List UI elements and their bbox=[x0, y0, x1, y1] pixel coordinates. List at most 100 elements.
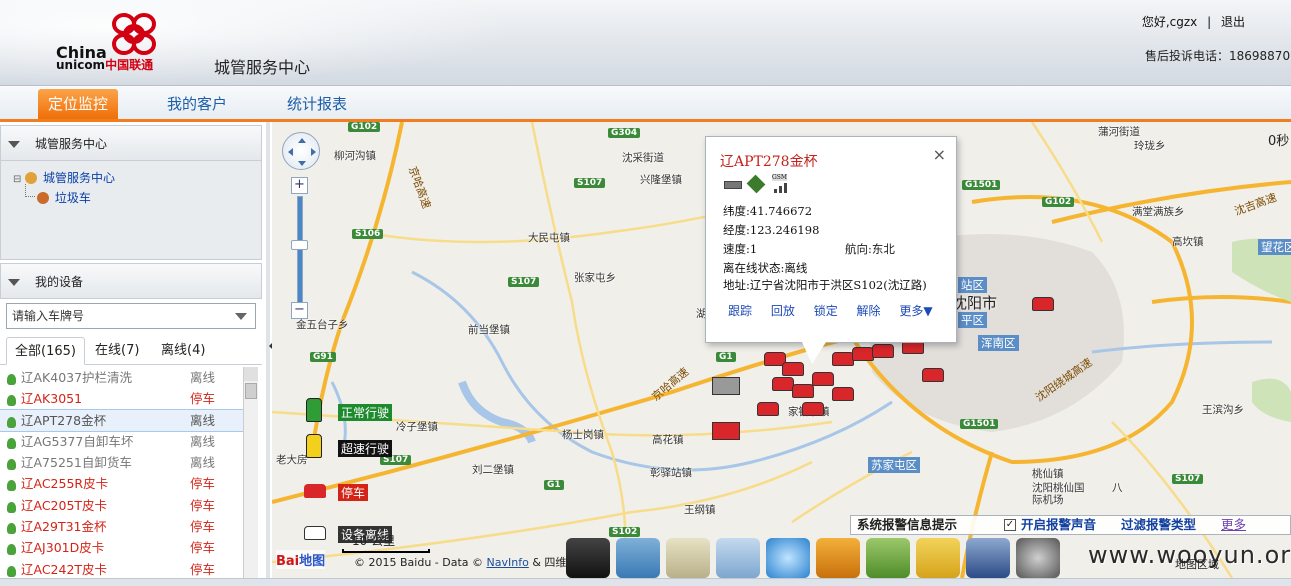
device-status: 停车 bbox=[190, 476, 216, 492]
tab-location-monitor[interactable]: 定位监控 bbox=[38, 89, 118, 119]
device-row[interactable]: 辽AG5377自卸车坏 离线 bbox=[0, 431, 257, 452]
gear-app-icon[interactable] bbox=[1016, 538, 1060, 578]
alarm-more-link[interactable]: 更多 bbox=[1221, 516, 1246, 534]
car-marker-icon[interactable] bbox=[832, 352, 854, 366]
paw-app-icon[interactable] bbox=[616, 538, 660, 578]
car-marker-icon[interactable] bbox=[802, 402, 824, 416]
device-row[interactable]: 辽AK3051 停车 bbox=[0, 388, 257, 409]
tree-root[interactable]: ⊟ 城管服务中心 bbox=[13, 168, 261, 188]
car-marker-icon[interactable] bbox=[852, 347, 874, 361]
car-marker-icon[interactable] bbox=[922, 368, 944, 382]
device-name[interactable]: 辽AC255R皮卡 bbox=[21, 476, 108, 491]
device-row[interactable]: 辽AC255R皮卡 停车 bbox=[0, 473, 257, 494]
plate-search-input[interactable]: 请输入车牌号 bbox=[6, 303, 256, 329]
truck-marker-icon[interactable] bbox=[712, 422, 740, 440]
devices-panel-header[interactable]: 我的设备 bbox=[0, 263, 262, 299]
filter-online[interactable]: 在线(7) bbox=[87, 337, 147, 365]
device-row[interactable]: 辽A29T31金杯 停车 bbox=[0, 516, 257, 537]
device-name[interactable]: 辽AJ301D皮卡 bbox=[21, 540, 104, 555]
device-row[interactable]: 辽AC242T皮卡 停车 bbox=[0, 559, 257, 580]
car-marker-icon[interactable] bbox=[872, 344, 894, 358]
chevron-down-icon[interactable] bbox=[235, 313, 247, 320]
zoom-slider-track[interactable] bbox=[297, 196, 303, 306]
logout-link[interactable]: 退出 bbox=[1221, 15, 1245, 29]
car-marker-icon[interactable] bbox=[1032, 297, 1054, 311]
logo-en-2: unicom bbox=[56, 58, 106, 72]
track-link[interactable]: 跟踪 bbox=[728, 304, 752, 318]
car-marker-icon[interactable] bbox=[782, 362, 804, 376]
playback-link[interactable]: 回放 bbox=[771, 304, 795, 318]
alarm-filter-link[interactable]: 过滤报警类型 bbox=[1121, 516, 1196, 534]
device-name[interactable]: 辽AG5377自卸车坏 bbox=[21, 434, 133, 449]
tab-my-customers[interactable]: 我的客户 bbox=[167, 89, 227, 119]
map-app-icon[interactable] bbox=[666, 538, 710, 578]
device-name[interactable]: 辽AC242T皮卡 bbox=[21, 562, 107, 577]
copyright-tail: & 四维 bbox=[532, 556, 567, 569]
filter-offline[interactable]: 离线(4) bbox=[153, 337, 213, 365]
place-label: 王滨沟乡 bbox=[1202, 404, 1244, 416]
road-shield: S107 bbox=[1172, 474, 1204, 484]
alarm-sound-label[interactable]: 开启报警声音 bbox=[1021, 516, 1096, 534]
filter-all[interactable]: 全部(165) bbox=[6, 337, 85, 365]
device-row[interactable]: 辽AJ301D皮卡 停车 bbox=[0, 537, 257, 558]
place-label: 桃仙镇 bbox=[1032, 468, 1064, 480]
device-row[interactable]: 辽A75251自卸货车 离线 bbox=[0, 452, 257, 473]
scroll-thumb[interactable] bbox=[245, 383, 257, 399]
place-label: 柳河沟镇 bbox=[334, 150, 376, 162]
baidu-logo[interactable]: Bai地图 bbox=[276, 550, 326, 569]
tree-expander-icon[interactable]: ⊟ bbox=[13, 174, 21, 185]
navinfo-link[interactable]: NavInfo bbox=[487, 556, 529, 569]
road-shield: G304 bbox=[608, 128, 641, 138]
device-list-scrollbar[interactable] bbox=[243, 367, 258, 586]
device-name[interactable]: 辽AK3051 bbox=[21, 391, 82, 406]
place-label: 杨士岗镇 bbox=[562, 429, 604, 441]
road-app-icon[interactable] bbox=[566, 538, 610, 578]
tree-root-label[interactable]: 城管服务中心 bbox=[43, 171, 115, 185]
collapse-icon[interactable] bbox=[8, 279, 20, 286]
device-name[interactable]: 辽AK4037护栏清洗 bbox=[21, 370, 132, 385]
app-dock bbox=[566, 536, 1116, 578]
pan-control[interactable] bbox=[282, 132, 320, 170]
device-name[interactable]: 辽A29T31金杯 bbox=[21, 519, 107, 534]
globe-app-icon[interactable] bbox=[766, 538, 810, 578]
truck-marker-icon[interactable] bbox=[712, 377, 740, 395]
pen-app-icon[interactable] bbox=[966, 538, 1010, 578]
close-icon[interactable]: × bbox=[933, 145, 946, 164]
lock-link[interactable]: 锁定 bbox=[814, 304, 838, 318]
device-row[interactable]: 辽AC205T皮卡 停车 bbox=[0, 495, 257, 516]
place-label: 满堂满族乡 bbox=[1132, 206, 1185, 218]
car-marker-icon[interactable] bbox=[772, 377, 794, 391]
panel-splitter[interactable] bbox=[266, 122, 270, 586]
zoom-slider-thumb[interactable] bbox=[291, 240, 308, 250]
watermark-sub: 地图区域 bbox=[1175, 558, 1219, 571]
tree-child-label[interactable]: 垃圾车 bbox=[55, 191, 91, 205]
scroll-up-icon[interactable] bbox=[244, 367, 258, 381]
device-row[interactable]: 辽APT278金杯 离线 bbox=[0, 408, 257, 432]
zoom-out-button[interactable]: − bbox=[291, 302, 308, 319]
org-panel-header[interactable]: 城管服务中心 bbox=[0, 125, 262, 161]
device-row[interactable]: 辽AK4037护栏清洗 离线 bbox=[0, 367, 257, 388]
device-name[interactable]: 辽APT278金杯 bbox=[21, 413, 106, 428]
popup-title: 辽APT278金杯 bbox=[720, 154, 818, 170]
ruler-app-icon[interactable] bbox=[916, 538, 960, 578]
device-status: 离线 bbox=[190, 433, 216, 449]
more-menu-link[interactable]: 更多▼ bbox=[899, 304, 932, 318]
map-view[interactable]: 柳河沟镇 沈采街道 兴隆堡镇 大民屯镇 张家屯乡 前当堡镇 金五台子乡 冷子堡镇… bbox=[272, 122, 1291, 578]
collapse-icon[interactable] bbox=[8, 141, 20, 148]
car-marker-icon[interactable] bbox=[792, 384, 814, 398]
satellite-app-icon[interactable] bbox=[716, 538, 760, 578]
device-name[interactable]: 辽A75251自卸货车 bbox=[21, 455, 132, 470]
car-marker-icon[interactable] bbox=[812, 372, 834, 386]
car-marker-icon[interactable] bbox=[757, 402, 779, 416]
device-name[interactable]: 辽AC205T皮卡 bbox=[21, 498, 107, 513]
zoom-in-button[interactable]: + bbox=[291, 177, 308, 194]
tree-child[interactable]: 垃圾车 bbox=[13, 184, 261, 208]
unlock-link[interactable]: 解除 bbox=[857, 304, 881, 318]
place-label: 王纲镇 bbox=[684, 504, 716, 516]
car-marker-icon[interactable] bbox=[832, 387, 854, 401]
tab-statistics[interactable]: 统计报表 bbox=[287, 89, 347, 119]
unicom-logo[interactable]: China unicom中国联通 bbox=[56, 45, 153, 72]
alarm-sound-checkbox[interactable]: ✓ bbox=[1004, 519, 1016, 531]
pin-map-app-icon[interactable] bbox=[866, 538, 910, 578]
cone-app-icon[interactable] bbox=[816, 538, 860, 578]
